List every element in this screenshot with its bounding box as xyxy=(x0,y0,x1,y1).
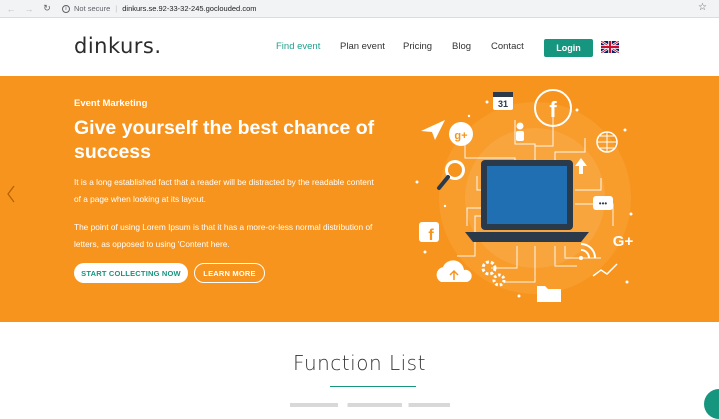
chat-dots-icon: ••• xyxy=(593,196,613,210)
svg-text:f: f xyxy=(549,97,557,122)
google-plus-circle-icon: g+ xyxy=(449,122,473,146)
nav-pricing[interactable]: Pricing xyxy=(403,41,452,52)
svg-text:G+: G+ xyxy=(613,233,634,250)
digital-marketing-illustration: 31 f g+ ••• G+ f xyxy=(415,89,634,302)
user-icon xyxy=(516,122,524,141)
browser-address-bar: ← → ↻ i Not secure | dinkurs.se.92-33-32… xyxy=(0,0,719,18)
nav-find-event[interactable]: Find event xyxy=(276,41,340,52)
not-secure-label: Not secure xyxy=(74,4,111,13)
chat-widget-button[interactable] xyxy=(704,389,719,419)
laptop-icon xyxy=(465,160,589,242)
url-input[interactable]: dinkurs.se.92-33-32-245.goclouded.com xyxy=(122,4,256,13)
url-separator: | xyxy=(115,4,118,13)
globe-icon xyxy=(596,131,618,153)
hero-title: Give yourself the best chance of success xyxy=(74,117,375,163)
bookmark-star-icon[interactable]: ☆ xyxy=(698,2,707,13)
google-plus-icon: G+ xyxy=(613,233,634,250)
svg-text:•••: ••• xyxy=(599,199,608,208)
svg-text:f: f xyxy=(428,227,434,244)
hero-paragraph-1: It is a long established fact that a rea… xyxy=(74,177,374,204)
main-nav: Find event Plan event Pricing Blog Conta… xyxy=(276,41,524,52)
hero-eyebrow: Event Marketing xyxy=(74,98,148,109)
learn-more-button[interactable]: LEARN MORE xyxy=(194,263,265,283)
forward-icon[interactable]: → xyxy=(22,2,36,16)
title-underline xyxy=(330,386,416,387)
slider-prev-arrow-icon[interactable] xyxy=(6,184,16,204)
facebook-square-icon: f xyxy=(419,222,439,244)
section-subtitle-cutoff xyxy=(290,403,450,407)
back-icon[interactable]: ← xyxy=(4,2,18,16)
paper-plane-icon xyxy=(421,120,445,140)
nav-plan-event[interactable]: Plan event xyxy=(340,41,403,52)
hero-paragraph-2: The point of using Lorem Ipsum is that i… xyxy=(74,222,373,249)
nav-contact[interactable]: Contact xyxy=(491,41,524,52)
login-button[interactable]: Login xyxy=(544,39,593,57)
svg-text:g+: g+ xyxy=(454,130,467,142)
start-collecting-button[interactable]: START COLLECTING NOW xyxy=(74,263,188,283)
site-header: dinkurs. Find event Plan event Pricing B… xyxy=(0,18,719,76)
nav-blog[interactable]: Blog xyxy=(452,41,491,52)
uk-flag-icon[interactable] xyxy=(601,41,619,53)
calendar-day: 31 xyxy=(498,99,508,109)
calendar-icon: 31 xyxy=(493,92,513,110)
info-icon[interactable]: i xyxy=(62,4,70,13)
site-logo[interactable]: dinkurs. xyxy=(74,34,162,58)
function-list-title: Function List xyxy=(293,351,426,375)
reload-icon[interactable]: ↻ xyxy=(40,2,54,16)
hero-banner: Event Marketing Give yourself the best c… xyxy=(0,76,719,322)
